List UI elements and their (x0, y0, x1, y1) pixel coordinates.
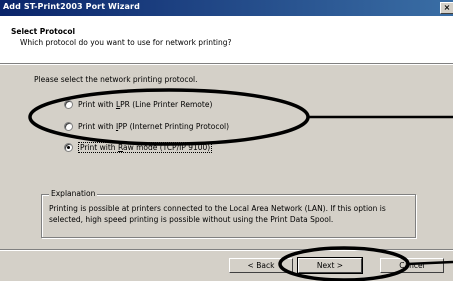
annotation-ellipse-protocols (28, 88, 310, 146)
annotation-overlay (28, 88, 453, 281)
annotation-leader-line (406, 260, 453, 266)
annotation-ellipse-next (278, 246, 410, 281)
wizard-window: Add ST-Print2003 Port Wizard × Select Pr… (0, 0, 453, 281)
